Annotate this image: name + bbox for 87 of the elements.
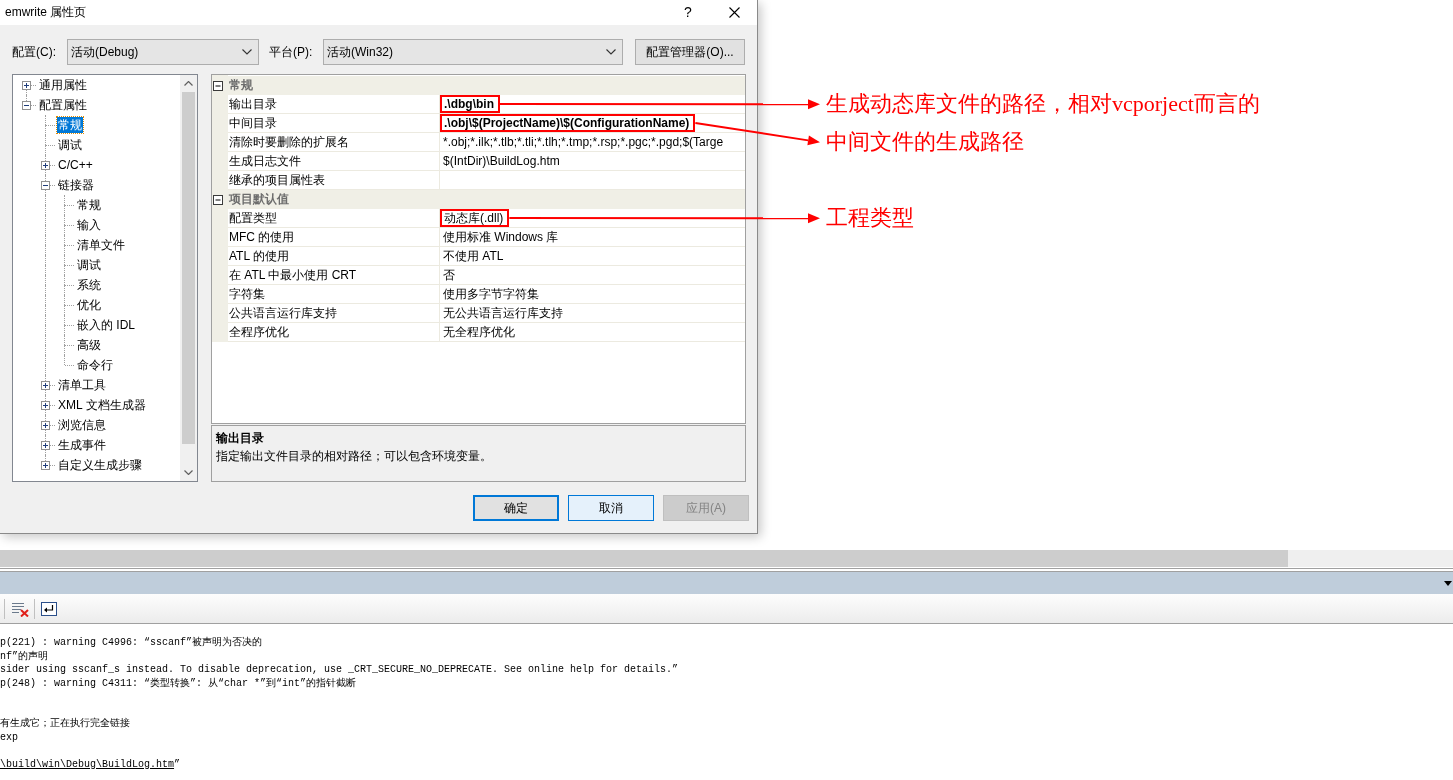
tree-item[interactable]: 通用属性 [38,77,88,93]
property-value[interactable]: .\obj\$(ProjectName)\$(ConfigurationName) [440,114,696,132]
tree-item[interactable]: XML 文档生成器 [57,397,147,413]
output-line: exp [0,730,18,744]
config-dropdown[interactable]: 活动(Debug) [67,39,259,65]
chevron-down-icon[interactable] [184,470,193,475]
tree-item[interactable]: 高级 [76,337,102,353]
property-name[interactable]: 继承的项目属性表 [228,171,440,190]
tree-item[interactable]: 命令行 [76,357,114,373]
tree-item[interactable]: 输入 [76,217,102,233]
window-title: emwrite 属性页 [4,5,88,20]
property-name[interactable]: 生成日志文件 [228,152,440,171]
tree-item[interactable]: C/C++ [57,157,94,173]
help-button[interactable]: ? [665,0,711,25]
minus-box-icon[interactable] [22,100,31,110]
config-label: 配置(C): [12,44,57,60]
tree-item[interactable]: 优化 [76,297,102,313]
tree-item[interactable]: 嵌入的 IDL [76,317,136,333]
vertical-scrollbar[interactable] [180,75,197,481]
annotation-text: 中间文件的生成路径 [826,129,1024,156]
minus-box-icon[interactable] [41,180,50,190]
plus-box-icon[interactable] [41,460,50,470]
chevron-down-icon [242,49,252,55]
tree-item[interactable]: 常规 [57,117,83,133]
tree-item[interactable]: 常规 [76,197,102,213]
property-value[interactable]: 动态库(.dll) [440,209,510,227]
tree-item[interactable]: 浏览信息 [57,417,107,433]
tree-item[interactable]: 配置属性 [38,97,88,113]
output-line: \build\win\Debug\BuildLog.htm” [0,757,181,771]
property-name[interactable]: 输出目录 [228,95,440,114]
property-value[interactable]: .\dbg\bin [440,95,500,113]
property-name[interactable]: 公共语言运行库支持 [228,304,440,323]
property-name[interactable]: 清除时要删除的扩展名 [228,133,440,152]
category-label: 项目默认值 [229,192,289,207]
property-name[interactable]: MFC 的使用 [228,228,440,247]
tree-item[interactable]: 生成事件 [57,437,107,453]
property-name[interactable]: 在 ATL 中最小使用 CRT [228,266,440,285]
property-name[interactable]: 字符集 [228,285,440,304]
property-value[interactable]: 无公共语言运行库支持 [443,306,563,320]
property-value[interactable]: 使用多字节字符集 [443,287,539,301]
close-icon [728,7,740,18]
platform-label: 平台(P): [269,44,314,60]
clear-list-icon[interactable] [11,600,29,617]
config-manager-button[interactable]: 配置管理器(O)... [635,39,745,65]
plus-box-icon[interactable] [41,380,50,390]
description-title: 输出目录 [216,431,264,446]
tree-item[interactable]: 清单文件 [76,237,126,253]
annotation-text: 工程类型 [826,205,914,232]
ok-button[interactable]: 确定 [473,495,559,521]
output-line: sider using sscanf_s instead. To disable deprecation, use _CRT_SECURE_NO_DEPRECATE. See online help for details.” [0,663,679,677]
output-line: p(221) : warning C4996: “sscanf”被声明为否决的 [0,636,263,650]
property-name[interactable]: 全程序优化 [228,323,440,342]
tree-item[interactable]: 系统 [76,277,102,293]
property-name[interactable]: ATL 的使用 [228,247,440,266]
minus-box-icon[interactable] [213,194,223,205]
property-name[interactable]: 中间目录 [228,114,440,133]
plus-box-icon[interactable] [22,80,31,90]
tree-item[interactable]: 调试 [57,137,83,153]
tree-item[interactable]: 自定义生成步骤 [57,457,143,473]
tree-item[interactable]: 链接器 [57,177,95,193]
tree-item[interactable]: 调试 [76,257,102,273]
tree-item[interactable]: 清单工具 [57,377,107,393]
caret-down-icon[interactable] [1444,580,1452,586]
annotation-text: 生成动态库文件的路径，相对vcporject而言的 [826,91,1260,118]
property-value[interactable]: $(IntDir)\BuildLog.htm [443,154,560,168]
output-line: nf”的声明 [0,649,48,663]
output-link[interactable]: \build\win\Debug\BuildLog.htm [0,758,175,770]
cancel-button[interactable]: 取消 [568,495,654,521]
property-value[interactable]: 无全程序优化 [443,325,515,339]
property-value[interactable]: *.obj;*.ilk;*.tlb;*.tli;*.tlh;*.tmp;*.rsp;*.pgc;*.pgd;$(Targe [443,135,724,149]
chevron-up-icon[interactable] [184,81,193,86]
plus-box-icon[interactable] [41,400,50,410]
platform-dropdown[interactable]: 活动(Win32) [323,39,623,65]
chevron-down-icon [606,49,616,55]
category-label: 常规 [229,78,253,93]
property-value[interactable]: 使用标准 Windows 库 [443,230,559,244]
plus-box-icon[interactable] [41,420,50,430]
description-text: 指定输出文件目录的相对路径；可以包含环境变量。 [216,449,492,464]
property-value[interactable]: 不使用 ATL [443,249,504,263]
output-line: p(248) : warning C4311: “类型转换”: 从“char *”到“int”的指针截断 [0,676,357,690]
output-line: 有生成它；正在执行完全链接 [0,717,130,731]
scrollbar-thumb[interactable] [182,92,195,444]
plus-box-icon[interactable] [41,160,50,170]
property-name[interactable]: 配置类型 [228,209,440,228]
minus-box-icon[interactable] [213,80,223,91]
plus-box-icon[interactable] [41,440,50,450]
property-value[interactable]: 否 [443,268,455,282]
